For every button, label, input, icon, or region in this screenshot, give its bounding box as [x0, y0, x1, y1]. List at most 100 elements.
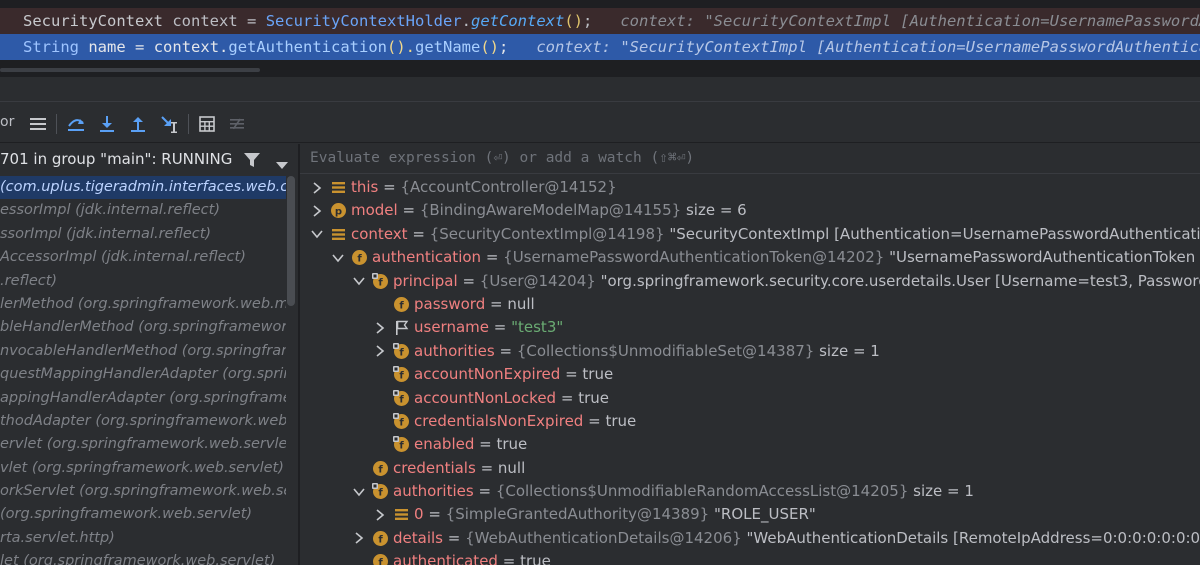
dot-token: .	[461, 12, 471, 30]
svg-text:f: f	[378, 464, 383, 475]
chevron-right-icon[interactable]	[352, 527, 366, 550]
chevron-down-icon[interactable]	[331, 246, 345, 269]
hamburger-menu-icon[interactable]	[27, 113, 49, 135]
frames-scrollbar[interactable]	[287, 176, 295, 306]
variable-name: details	[393, 528, 443, 547]
chevron-down-icon[interactable]	[276, 155, 288, 169]
f-lock-icon: f	[393, 412, 410, 430]
stack-frame-selected[interactable]: (com.uplus.tigeradmin.interfaces.web.c	[0, 176, 286, 200]
f-lock-icon: f	[372, 483, 389, 500]
variable-text: this = {AccountController@14152}	[351, 178, 617, 196]
variable-type: {User@14204}	[479, 271, 596, 290]
variable-value: null	[497, 458, 526, 477]
stack-frame[interactable]: rta.servlet.http)	[0, 527, 286, 550]
chevron-right-icon[interactable]	[310, 176, 324, 199]
variable-row-this[interactable]: this = {AccountController@14152}	[300, 176, 1200, 199]
stack-frame[interactable]: questMappingHandlerAdapter (org.sprin	[0, 363, 286, 386]
variable-row-accountNonLocked[interactable]: f accountNonLocked = true	[300, 387, 1200, 410]
stack-frame[interactable]: ervlet (org.springframework.web.servlet	[0, 433, 286, 456]
stack-frame[interactable]: orkServlet (org.springframework.web.se	[0, 480, 286, 503]
variable-name: credentials	[393, 458, 476, 477]
code-editor[interactable]: SecurityContext context = SecurityContex…	[0, 0, 1200, 76]
thread-label: 701 in group "main": RUNNING	[0, 150, 233, 168]
stack-frame[interactable]: AccessorImpl (jdk.internal.reflect)	[0, 246, 286, 269]
f-lock-icon: f	[393, 366, 410, 383]
svg-text:f: f	[399, 371, 404, 382]
variable-type: {Collections$UnmodifiableRandomAccessLis…	[495, 482, 909, 501]
variables-tree[interactable]: this = {AccountController@14152} p model =…	[300, 176, 1200, 565]
step-out-icon[interactable]	[127, 113, 149, 135]
stack-frame-list[interactable]: (com.uplus.tigeradmin.interfaces.web.c es…	[0, 176, 286, 565]
variable-row-credentials[interactable]: f credentials = null	[300, 457, 1200, 480]
run-to-cursor-icon[interactable]	[159, 113, 181, 135]
filter-icon[interactable]	[243, 151, 261, 169]
variable-row-authorities[interactable]: f authorities = {Collections$Unmodifiable…	[300, 340, 1200, 363]
var-token: context	[172, 12, 238, 30]
variable-row-authorities[interactable]: f authorities = {Collections$Unmodifiable…	[300, 480, 1200, 503]
stack-frame[interactable]: thodAdapter (org.springframework.web	[0, 410, 286, 433]
f-icon: f	[351, 249, 368, 266]
chevron-right-icon[interactable]	[373, 316, 387, 339]
trace-stream-icon[interactable]	[226, 113, 248, 135]
variable-type: {Collections$UnmodifiableSet@14387}	[516, 341, 815, 360]
stack-frame[interactable]: appingHandlerAdapter (org.springframe	[0, 387, 286, 410]
stack-frame[interactable]: nvocableHandlerMethod (org.springfram	[0, 340, 286, 363]
variable-value: "SecurityContextImpl [Authentication=Use…	[669, 224, 1200, 243]
variable-row-model[interactable]: p model = {BindingAwareModelMap@14155} si…	[300, 199, 1200, 222]
stack-frame[interactable]: essorImpl (jdk.internal.reflect)	[0, 199, 286, 222]
variable-row-password[interactable]: f password = null	[300, 293, 1200, 316]
evaluate-expression-input[interactable]: Evaluate expression (⏎) or add a watch (…	[300, 144, 1200, 174]
variable-type: {BindingAwareModelMap@14155}	[419, 201, 682, 220]
chevron-right-icon[interactable]	[373, 340, 387, 363]
variable-row-authenticated[interactable]: f authenticated = true	[300, 550, 1200, 565]
type-token: SecurityContext	[23, 12, 163, 30]
inline-debug-value: context: "SecurityContextImpl [Authentic…	[536, 38, 1200, 56]
toolbar-separator	[56, 114, 57, 134]
variable-row-details[interactable]: f details = {WebAuthenticationDetails@142…	[300, 527, 1200, 550]
stack-frame[interactable]: let (org.springframework.web.servlet)	[0, 550, 286, 565]
call-token: ()	[564, 12, 583, 30]
variable-name: 0	[414, 505, 424, 524]
code-line-execution-point[interactable]: String name = context.getAuthentication(…	[0, 34, 1200, 60]
chevron-down-icon[interactable]	[352, 480, 366, 503]
variable-row-context[interactable]: context = {SecurityContextImpl@14198} "S…	[300, 223, 1200, 246]
f-lock-icon: f	[393, 389, 410, 407]
svg-text:f: f	[357, 254, 362, 265]
variables-panel: Evaluate expression (⏎) or add a watch (…	[300, 144, 1200, 565]
thread-selector[interactable]: 701 in group "main": RUNNING	[0, 144, 298, 174]
stack-frame[interactable]: ssorImpl (jdk.internal.reflect)	[0, 223, 286, 246]
variable-row-username[interactable]: username = "test3"	[300, 316, 1200, 339]
variable-name: authenticated	[393, 552, 498, 565]
step-into-icon[interactable]	[96, 113, 118, 135]
semicolon-token: ;	[499, 38, 509, 56]
toolbar-partial-label: or	[0, 114, 15, 130]
stack-frame[interactable]: .reflect)	[0, 270, 286, 293]
variable-row-accountNonExpired[interactable]: f accountNonExpired = true	[300, 363, 1200, 386]
chevron-right-icon[interactable]	[373, 503, 387, 526]
code-line-error[interactable]: SecurityContext context = SecurityContex…	[0, 8, 1200, 34]
panel-divider[interactable]	[0, 76, 1200, 102]
step-over-icon[interactable]	[65, 113, 87, 135]
stack-frame[interactable]: bleHandlerMethod (org.springframework	[0, 316, 286, 339]
chevron-down-icon[interactable]	[310, 223, 324, 246]
obj-token: context.	[153, 38, 229, 56]
variable-text: details = {WebAuthenticationDetails@1420…	[393, 527, 1200, 550]
variable-row-authentication[interactable]: f authentication = {UsernamePasswordAuthe…	[300, 246, 1200, 269]
variable-value: size = 6	[685, 201, 747, 220]
variable-value: "WebAuthenticationDetails [RemoteIpAddre…	[746, 528, 1200, 547]
stack-frame[interactable]: lerMethod (org.springframework.web.me	[0, 293, 286, 316]
variable-row-enabled[interactable]: f enabled = true	[300, 433, 1200, 456]
stack-frame[interactable]: (org.springframework.web.servlet)	[0, 503, 286, 526]
stack-icon	[330, 179, 347, 196]
evaluate-expression-icon[interactable]	[196, 113, 218, 135]
variable-row-0[interactable]: 0 = {SimpleGrantedAuthority@14389} "ROLE…	[300, 503, 1200, 526]
stack-frame[interactable]: vlet (org.springframework.web.servlet)	[0, 457, 286, 480]
frames-panel: 701 in group "main": RUNNING (com.uplus.…	[0, 144, 298, 565]
chevron-right-icon[interactable]	[310, 199, 324, 222]
chevron-down-icon[interactable]	[352, 270, 366, 293]
variable-row-principal[interactable]: f principal = {User@14204} "org.springfra…	[300, 270, 1200, 293]
svg-text:f: f	[399, 300, 404, 311]
editor-horizontal-scrollbar[interactable]	[0, 64, 1200, 76]
variable-row-credentialsNonExpired[interactable]: f credentialsNonExpired = true	[300, 410, 1200, 433]
variable-value: "ROLE_USER"	[714, 505, 816, 524]
